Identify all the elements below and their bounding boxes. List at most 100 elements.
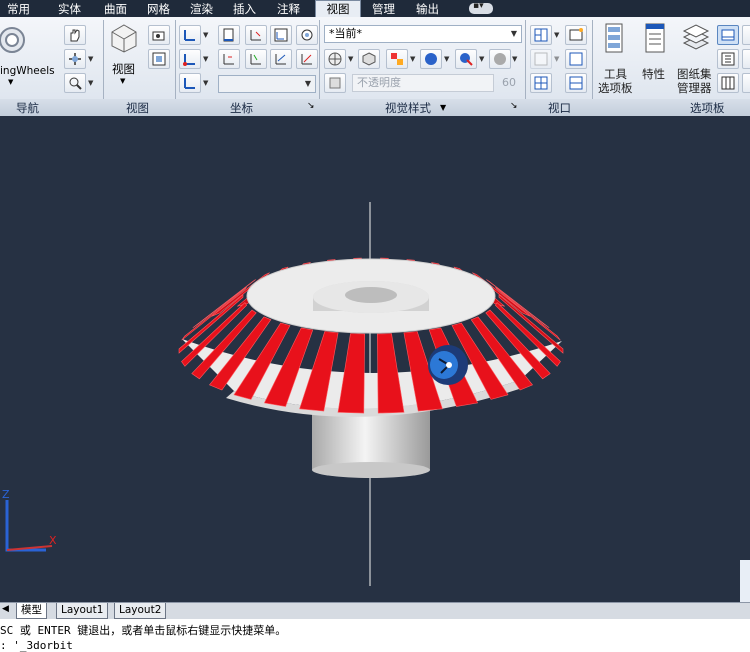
tool-palettes-button[interactable]: 工具 选项板 bbox=[596, 23, 634, 95]
face-style-button[interactable] bbox=[358, 49, 380, 69]
polygonal-viewport-button[interactable] bbox=[565, 49, 587, 69]
chevron-down-icon[interactable]: ▼ bbox=[444, 55, 449, 63]
ucs-x-button[interactable] bbox=[245, 25, 267, 45]
chevron-down-icon[interactable]: ▼ bbox=[88, 79, 93, 87]
markup-set-button[interactable] bbox=[717, 73, 739, 93]
ucs-view-button[interactable] bbox=[270, 25, 292, 45]
sheet-set-manager-button[interactable]: 图纸集 管理器 bbox=[675, 23, 715, 95]
shadows-button[interactable] bbox=[420, 49, 442, 69]
tool-palettes-label-line2: 选项板 bbox=[598, 81, 633, 95]
viewport-restore-button[interactable] bbox=[565, 73, 587, 93]
ucs-previous-button[interactable] bbox=[218, 49, 240, 69]
ucs-y-button[interactable] bbox=[245, 49, 267, 69]
viewport-config-icon bbox=[534, 28, 548, 42]
orbit-button[interactable] bbox=[64, 49, 86, 69]
tab-mesh[interactable]: 网格 bbox=[144, 1, 173, 17]
ucs-object-button[interactable] bbox=[296, 25, 318, 45]
sheet-set-label-line1: 图纸集 bbox=[677, 67, 712, 81]
chevron-down-icon[interactable]: ▼ bbox=[88, 55, 93, 63]
steering-wheels-button[interactable]: ingWheels ▼ bbox=[0, 20, 55, 90]
panel-title-view[interactable]: 视图 bbox=[126, 100, 149, 116]
chevron-down-icon[interactable]: ▼ bbox=[479, 55, 484, 63]
tab-layout2[interactable]: Layout2 bbox=[114, 603, 167, 619]
chevron-down-icon[interactable]: ▼ bbox=[554, 55, 559, 63]
panel-title-palettes[interactable]: 选项板 bbox=[690, 100, 725, 116]
design-center-icon bbox=[721, 52, 735, 66]
sheet-set-label-line2: 管理器 bbox=[677, 81, 712, 95]
properties-button[interactable]: 特性 bbox=[640, 23, 670, 83]
ucs-y-icon bbox=[250, 54, 261, 65]
new-viewport-button[interactable] bbox=[565, 25, 587, 45]
tab-model[interactable]: 模型 bbox=[16, 603, 47, 619]
ucs-button[interactable] bbox=[179, 25, 201, 45]
panel-title-coordinates[interactable]: 坐标 bbox=[230, 100, 253, 116]
tab-layout1[interactable]: Layout1 bbox=[56, 603, 109, 619]
command-line-toggle[interactable] bbox=[717, 25, 739, 45]
overflow-button-1[interactable] bbox=[742, 25, 750, 45]
panel-title-visual-styles[interactable]: 视觉样式 bbox=[385, 100, 431, 116]
ribbon-minimize-button[interactable]: ▪▾ bbox=[469, 1, 493, 14]
ucs-origin-button[interactable] bbox=[179, 49, 201, 69]
tab-scroll-left-icon[interactable]: ◀ bbox=[2, 604, 9, 614]
tab-view[interactable]: 视图 bbox=[315, 0, 361, 18]
chevron-down-icon[interactable]: ▼ bbox=[203, 31, 208, 39]
overflow-button-3[interactable] bbox=[742, 73, 750, 93]
bevel-gear-model[interactable]: Z X bbox=[0, 116, 750, 602]
command-prompt-line[interactable]: : '_3dorbit bbox=[0, 639, 73, 652]
dialog-launcher-icon[interactable]: ↘ bbox=[510, 101, 518, 111]
panel-title-navigate[interactable]: 导航 bbox=[16, 100, 39, 116]
chevron-down-icon[interactable]: ▼ bbox=[554, 31, 559, 39]
xray-button[interactable] bbox=[489, 49, 511, 69]
ucs-face-button[interactable] bbox=[218, 25, 240, 45]
overflow-button-2[interactable] bbox=[742, 49, 750, 69]
tab-insert[interactable]: 插入 bbox=[230, 1, 259, 17]
properties-label: 特性 bbox=[642, 67, 665, 81]
command-line-icon bbox=[721, 29, 735, 41]
chevron-down-icon[interactable]: ▼ bbox=[203, 79, 208, 87]
chevron-down-icon[interactable]: ▼ bbox=[203, 55, 208, 63]
ucs-zaxis-button[interactable] bbox=[296, 49, 318, 69]
chevron-down-icon[interactable]: ▼ bbox=[440, 103, 446, 112]
tab-render[interactable]: 渲染 bbox=[187, 1, 216, 17]
viewport-clip-icon bbox=[534, 52, 548, 66]
opacity-toggle[interactable] bbox=[324, 73, 346, 93]
panel-title-viewports[interactable]: 视口 bbox=[548, 100, 571, 116]
view-label: 视图 bbox=[112, 62, 135, 76]
ribbon-tab-bar: 常用 实体 曲面 网格 渲染 插入 注释 视图 管理 输出 ▪▾ bbox=[0, 0, 750, 18]
named-views-button[interactable] bbox=[148, 25, 170, 45]
visual-style-combo[interactable]: *当前* ▼ bbox=[324, 25, 522, 43]
tab-output[interactable]: 输出 bbox=[413, 1, 442, 17]
viewport-restore-icon bbox=[569, 76, 583, 90]
ucs-zaxis-icon bbox=[301, 54, 312, 65]
gray-sphere-icon bbox=[494, 53, 506, 65]
opacity-slider[interactable]: 不透明度 bbox=[352, 74, 494, 92]
ucs-3point-button[interactable] bbox=[270, 49, 292, 69]
view-manager-button[interactable] bbox=[148, 49, 170, 69]
material-color-button[interactable] bbox=[386, 49, 408, 69]
tab-manage[interactable]: 管理 bbox=[369, 1, 398, 17]
chevron-down-icon[interactable]: ▼ bbox=[348, 55, 353, 63]
pan-button[interactable] bbox=[64, 25, 86, 45]
view-dropdown-button[interactable]: 视图 ▼ bbox=[108, 23, 140, 89]
viewport-config-button[interactable] bbox=[530, 25, 552, 45]
dialog-launcher-icon[interactable]: ↘ bbox=[307, 101, 315, 111]
drawing-viewport[interactable]: Z X bbox=[0, 116, 750, 602]
tab-annotate[interactable]: 注释 bbox=[274, 1, 303, 17]
viewport-join-button[interactable] bbox=[530, 73, 552, 93]
zoom-extents-button[interactable] bbox=[64, 73, 86, 93]
chevron-down-icon[interactable]: ▼ bbox=[512, 55, 517, 63]
design-center-button[interactable] bbox=[717, 49, 739, 69]
tab-surface[interactable]: 曲面 bbox=[101, 1, 130, 17]
edge-effects-button[interactable] bbox=[324, 49, 346, 69]
viewport-clip-button[interactable] bbox=[530, 49, 552, 69]
gear-tooth bbox=[498, 294, 564, 354]
silhouette-button[interactable] bbox=[455, 49, 477, 69]
ucs-named-combo[interactable]: ▼ bbox=[218, 75, 316, 93]
orbit-icon bbox=[69, 53, 81, 65]
command-line[interactable]: SC 或 ENTER 键退出，或者单击鼠标右键显示快捷菜单。 : '_3dorb… bbox=[0, 619, 750, 652]
tab-solid[interactable]: 实体 bbox=[55, 1, 84, 17]
chevron-down-icon[interactable]: ▼ bbox=[410, 55, 415, 63]
tab-home[interactable]: 常用 bbox=[4, 1, 33, 17]
command-history-line: SC 或 ENTER 键退出，或者单击鼠标右键显示快捷菜单。 bbox=[0, 624, 287, 637]
ucs-world-button[interactable] bbox=[179, 73, 201, 93]
